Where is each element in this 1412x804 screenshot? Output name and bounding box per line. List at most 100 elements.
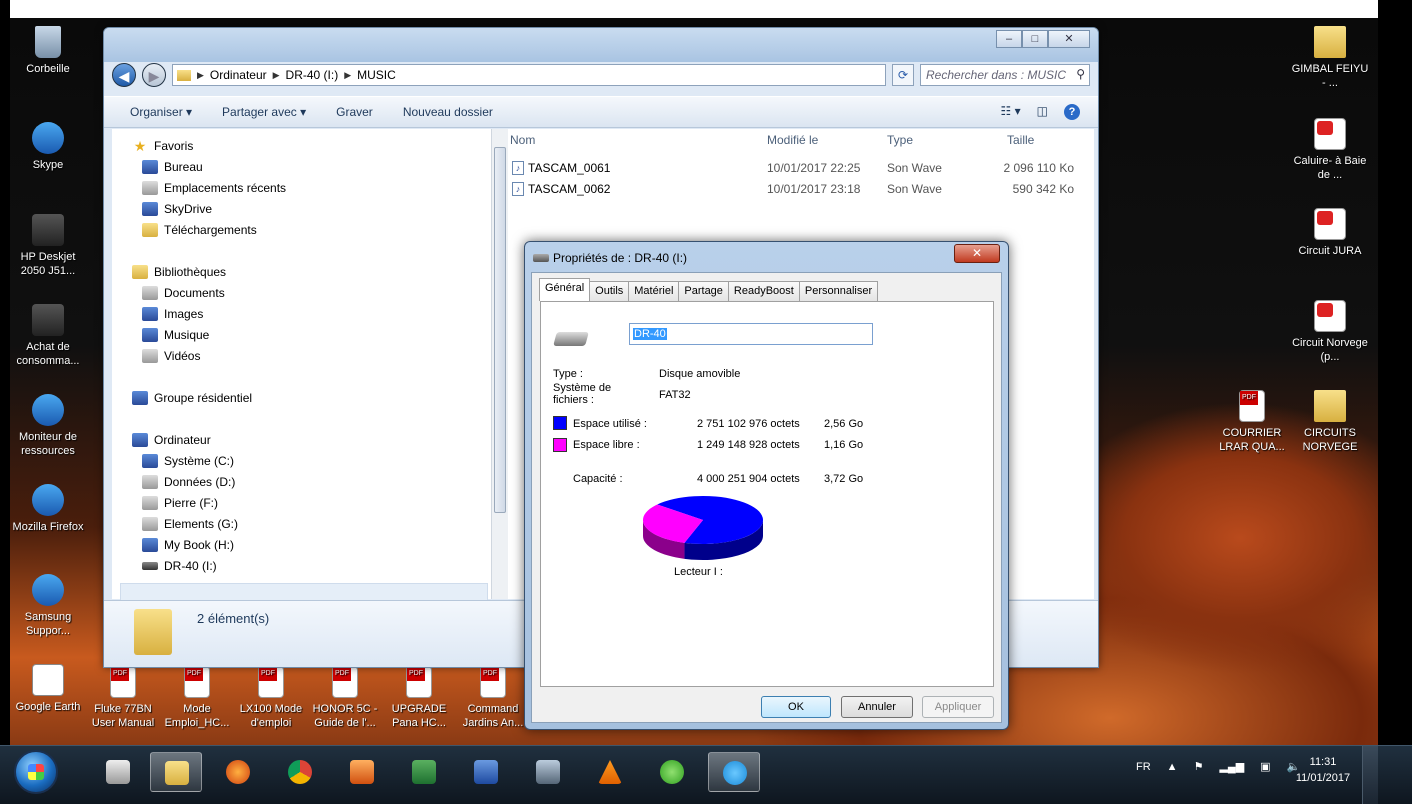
nav-skydrive[interactable]: SkyDrive: [142, 202, 212, 216]
help-icon[interactable]: ?: [1064, 104, 1080, 120]
address-bar[interactable]: ▶ Ordinateur ▶ DR-40 (I:) ▶ MUSIC: [172, 64, 886, 86]
nav-scrollbar[interactable]: [491, 129, 508, 599]
nav-images[interactable]: Images: [142, 307, 203, 321]
breadcrumb-ordinateur[interactable]: Ordinateur: [210, 68, 267, 82]
back-arrow-icon[interactable]: ◀: [112, 63, 136, 87]
graver-button[interactable]: Graver: [336, 105, 373, 119]
desktop-icon-moniteur[interactable]: Moniteur de ressources: [10, 394, 88, 458]
nav-favoris[interactable]: ★ Favoris: [132, 139, 194, 153]
tab-partage[interactable]: Partage: [678, 281, 729, 301]
tab-general[interactable]: Général: [539, 278, 591, 301]
taskbar-calculator[interactable]: [92, 752, 144, 792]
search-input[interactable]: Rechercher dans : MUSIC ⚲: [920, 64, 1090, 86]
desktop-icon-google-earth[interactable]: Google Earth: [10, 664, 88, 714]
file-row[interactable]: ♪ TASCAM_0062 10/01/2017 23:18 Son Wave …: [508, 180, 1094, 200]
tab-readyboost[interactable]: ReadyBoost: [727, 281, 800, 301]
desktop-icon-firefox[interactable]: Mozilla Firefox: [10, 484, 88, 534]
show-desktop-button[interactable]: [1362, 746, 1378, 804]
nav-documents[interactable]: Documents: [142, 286, 225, 300]
desktop-icon-gimbal[interactable]: GIMBAL FEIYU - ...: [1290, 26, 1370, 90]
chevron-up-icon[interactable]: ▲: [1167, 761, 1178, 773]
free-swatch: [553, 438, 567, 452]
desktop-icon-hp-deskjet[interactable]: HP Deskjet 2050 J51...: [10, 214, 88, 278]
video-icon: [142, 349, 158, 363]
tab-outils[interactable]: Outils: [589, 281, 630, 301]
nav-bureau[interactable]: Bureau: [142, 160, 203, 174]
taskbar-excel[interactable]: [398, 752, 450, 792]
desktop-icon-circuit-norvege[interactable]: Circuit Norvege (p...: [1290, 300, 1370, 364]
desktop-icon-courrier[interactable]: COURRIER LRAR QUA...: [1212, 390, 1292, 454]
desktop-icon-mode-emploi[interactable]: Mode Emploi_HC...: [160, 666, 234, 730]
close-icon[interactable]: ✕: [1048, 30, 1090, 48]
explorer-titlebar[interactable]: – □ ✕: [104, 28, 1098, 62]
nav-donnees[interactable]: Données (D:): [142, 475, 235, 489]
nav-videos[interactable]: Vidéos: [142, 349, 200, 363]
network-tray-icon[interactable]: ▣: [1260, 760, 1270, 773]
desktop-icon-honor[interactable]: HONOR 5C - Guide de l'...: [308, 666, 382, 730]
tab-materiel[interactable]: Matériel: [628, 281, 680, 301]
nav-ordinateur[interactable]: Ordinateur: [132, 433, 211, 447]
column-header-name[interactable]: Nom: [510, 133, 535, 157]
close-icon[interactable]: ✕: [954, 244, 1000, 263]
desktop-icon-achat[interactable]: Achat de consomma...: [10, 304, 88, 368]
nav-groupe[interactable]: Groupe résidentiel: [132, 391, 252, 405]
nav-pierre[interactable]: Pierre (F:): [142, 496, 218, 510]
ok-button[interactable]: OK: [761, 696, 831, 718]
tab-personnaliser[interactable]: Personnaliser: [798, 281, 879, 301]
taskbar-media[interactable]: [336, 752, 388, 792]
apply-button[interactable]: Appliquer: [922, 696, 994, 718]
nav-telechargements[interactable]: Téléchargements: [142, 223, 257, 237]
language-indicator[interactable]: FR: [1136, 761, 1151, 773]
preview-pane-icon[interactable]: ◫: [1037, 104, 1048, 120]
taskbar-app-green[interactable]: [646, 752, 698, 792]
taskbar-word[interactable]: [460, 752, 512, 792]
clock[interactable]: 11:31 11/01/2017: [1294, 754, 1352, 786]
file-row[interactable]: ♪ TASCAM_0061 10/01/2017 22:25 Son Wave …: [508, 159, 1094, 179]
nav-bibliotheques[interactable]: Bibliothèques: [132, 265, 226, 279]
cancel-button[interactable]: Annuler: [841, 696, 913, 718]
column-header-size[interactable]: Taille: [1007, 133, 1034, 157]
signal-icon[interactable]: ▂▄▆: [1219, 760, 1244, 773]
taskbar-firefox[interactable]: [212, 752, 264, 792]
nav-dr40[interactable]: DR-40 (I:): [142, 559, 217, 573]
forward-arrow-icon[interactable]: ▶: [142, 63, 166, 87]
column-header-type[interactable]: Type: [887, 133, 913, 157]
nav-systeme[interactable]: Système (C:): [142, 454, 234, 468]
start-button[interactable]: [14, 750, 58, 794]
drive-name-input[interactable]: DR-40: [629, 323, 873, 345]
taskbar-skype[interactable]: [708, 752, 760, 792]
desktop-icon-circuits-norvege[interactable]: CIRCUITS NORVEGE: [1290, 390, 1370, 454]
desktop-icon-caluire[interactable]: Caluire- à Baie de ...: [1290, 118, 1370, 182]
desktop-icon-corbeille[interactable]: Corbeille: [10, 26, 88, 76]
minimize-icon[interactable]: –: [996, 30, 1022, 48]
breadcrumb-dr40[interactable]: DR-40 (I:): [286, 68, 339, 82]
fs-value: FAT32: [659, 389, 691, 401]
nav-emplacements[interactable]: Emplacements récents: [142, 181, 286, 195]
desktop-icon-skype[interactable]: Skype: [10, 122, 88, 172]
taskbar-explorer[interactable]: [150, 752, 202, 792]
flag-icon[interactable]: ⚑: [1194, 760, 1204, 773]
desktop-icon-commandes[interactable]: Command Jardins An...: [456, 666, 530, 730]
refresh-icon[interactable]: ⟳: [892, 64, 914, 86]
new-folder-button[interactable]: Nouveau dossier: [403, 105, 493, 119]
taskbar: FR ▲ ⚑ ▂▄▆ ▣ 🔈 11:31 11/01/2017: [0, 745, 1412, 804]
organiser-button[interactable]: Organiser ▾: [130, 105, 192, 119]
nav-elements[interactable]: Elements (G:): [142, 517, 238, 531]
pdf-icon: [258, 666, 284, 698]
nav-musique[interactable]: Musique: [142, 328, 209, 342]
desktop-icon-samsung[interactable]: Samsung Suppor...: [10, 574, 88, 638]
nav-mybook[interactable]: My Book (H:): [142, 538, 234, 552]
partager-button[interactable]: Partager avec ▾: [222, 105, 306, 119]
desktop-icon-upgrade[interactable]: UPGRADE Pana HC...: [382, 666, 456, 730]
taskbar-chrome[interactable]: [274, 752, 326, 792]
desktop-icon-fluke[interactable]: Fluke 77BN User Manual: [86, 666, 160, 730]
view-options-icon[interactable]: ☷ ▾: [1001, 104, 1021, 120]
column-header-modified[interactable]: Modifié le: [767, 133, 818, 157]
desktop-icon-circuit-jura[interactable]: Circuit JURA: [1290, 208, 1370, 258]
desktop-icon-lx100[interactable]: LX100 Mode d'emploi: [234, 666, 308, 730]
taskbar-vlc[interactable]: [584, 752, 636, 792]
scrollbar-thumb[interactable]: [494, 147, 506, 513]
taskbar-network[interactable]: [522, 752, 574, 792]
maximize-icon[interactable]: □: [1022, 30, 1048, 48]
breadcrumb-music[interactable]: MUSIC: [357, 68, 396, 82]
